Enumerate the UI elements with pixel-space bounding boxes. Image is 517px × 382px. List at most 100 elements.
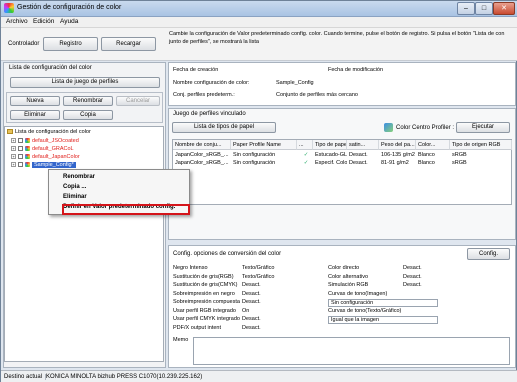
conversion-option-value: Texto/Gráfico — [242, 273, 275, 280]
conversion-option-label: Sobreimpresión compuesta — [173, 299, 240, 305]
tone-curve-field[interactable]: Sin configuración — [328, 298, 438, 307]
toolbar: Controlador Registro Recargar Cambie la … — [1, 28, 517, 61]
folder-icon — [7, 129, 13, 135]
expand-icon[interactable]: + — [11, 138, 16, 144]
conversion-header: Config. opciones de conversión del color — [173, 251, 282, 257]
table-cell: Especif. Color — [315, 160, 347, 166]
tree-item[interactable]: + default_JSOcoated — [11, 137, 79, 145]
rename-button[interactable]: Renombrar — [63, 96, 113, 106]
copy-button[interactable]: Copia — [63, 110, 113, 120]
expand-icon[interactable]: + — [11, 146, 16, 152]
info-text: Cambie la configuración de Valor predete… — [169, 31, 505, 45]
expand-icon[interactable]: + — [11, 162, 16, 168]
expand-icon[interactable]: + — [11, 154, 16, 160]
left-panel-header: Lista de configuración del color — [9, 65, 92, 71]
table-cell: Blanco — [418, 152, 435, 158]
conversion-option-label: Color directo — [328, 265, 360, 271]
tree-item-label: default_GRACoL — [32, 146, 74, 152]
conversion-option-value: Desact. — [242, 316, 261, 322]
menu-edicion[interactable]: Edición — [33, 18, 54, 25]
checkbox[interactable] — [18, 138, 23, 144]
context-menu-item[interactable]: Eliminar — [63, 194, 87, 200]
checkbox[interactable] — [18, 154, 23, 160]
minimize-button[interactable]: – — [457, 2, 475, 15]
tree-item[interactable]: + default_GRACoL — [11, 145, 74, 153]
config-name-label: Nombre configuración de color: — [173, 80, 250, 86]
conversion-option-value: Desact. — [242, 290, 261, 297]
column-header[interactable]: Tipo de papel — [313, 140, 347, 150]
cancel-button[interactable]: Cancelar — [116, 96, 160, 106]
checkbox[interactable] — [18, 162, 23, 168]
conversion-config-button[interactable]: Config. — [467, 248, 510, 260]
tone-curve-field[interactable]: Igual que la imagen — [328, 315, 438, 324]
config-tree[interactable]: Lista de configuración del color + defaul… — [4, 126, 164, 362]
conversion-option-value: Desact. — [403, 273, 422, 280]
menu-archivo[interactable]: Archivo — [6, 18, 28, 25]
color-app-icon — [4, 3, 14, 13]
profiles-table: Nombre de conju... Paper Profile Name... T… — [172, 139, 512, 205]
config-name-value: Sample_Config — [276, 80, 314, 86]
predef-set-label: Conj. perfiles predeterm.: — [173, 92, 235, 98]
retrieve-button[interactable]: Recargar — [101, 37, 156, 51]
checkbox[interactable] — [18, 146, 23, 152]
column-header[interactable]: Nombre de conju... — [173, 140, 231, 150]
column-header[interactable]: Color... — [416, 140, 450, 150]
table-cell: JapanColor_sRGB_... — [175, 152, 229, 158]
context-menu-item[interactable]: Renombrar — [63, 174, 95, 180]
context-menu-item[interactable]: Copia ... — [63, 184, 86, 190]
conversion-option-value: On — [242, 307, 250, 314]
close-button[interactable]: ✕ — [493, 2, 515, 15]
maximize-button[interactable]: □ — [475, 2, 493, 15]
context-menu: Renombrar Copia ... Eliminar Definir en Val… — [48, 169, 190, 215]
conversion-option-value: Desact. — [403, 265, 422, 271]
conversion-option-label: Usar perfil RGB integrado — [173, 307, 236, 314]
modified-label: Fecha de modificación — [328, 67, 384, 73]
table-cell: Sin configuración — [233, 160, 276, 166]
conversion-option-label: Negro Intenso — [173, 265, 208, 271]
conversion-option-value: Desact. — [403, 282, 422, 288]
tree-root[interactable]: Lista de configuración del color — [7, 128, 91, 136]
conversion-option-label: Color alternativo — [328, 273, 369, 280]
color-centro-label: Color Centro Profiler : — [396, 125, 455, 131]
column-header[interactable]: ... — [297, 140, 313, 150]
conversion-option-label: Usar perfil CMYK integrado — [173, 316, 240, 322]
tree-item[interactable]: + default_JapanColor — [11, 153, 80, 161]
tone-curve-label: Curvas de tono(Imagen) — [328, 290, 388, 297]
window-title: Gestión de configuración de color — [17, 4, 122, 11]
profile-icon — [25, 154, 30, 160]
memo-field[interactable] — [193, 337, 510, 365]
column-header[interactable]: Tipo de origen RGB — [450, 140, 512, 150]
column-header[interactable]: satin... — [347, 140, 379, 150]
profile-icon — [25, 162, 30, 168]
menu-bar: Archivo Edición Ayuda — [1, 17, 517, 28]
column-header[interactable]: Peso del pa... — [379, 140, 416, 150]
table-cell: sRGB — [452, 152, 467, 158]
current-destination-label: Destino actual — [4, 374, 47, 380]
table-cell: Estucado-GL — [315, 152, 347, 158]
conversion-option-value: Desact. — [242, 299, 261, 305]
table-cell[interactable]: ✓ — [297, 159, 313, 167]
conversion-option-label: Simulación RGB — [328, 282, 369, 288]
tree-item[interactable]: + Sample_Config* — [11, 161, 76, 169]
conversion-option-label: PDF/X output intent — [173, 324, 221, 331]
register-button[interactable]: Registro — [43, 37, 98, 51]
color-centro-icon — [384, 123, 393, 132]
paper-type-list-button[interactable]: Lista de tipos de papel — [172, 122, 276, 133]
profile-set-list-button[interactable]: Lista de juego de perfiles — [10, 77, 160, 88]
controller-label: Controlador — [8, 41, 40, 47]
conversion-option-label: Sobreimpresión en negro — [173, 290, 235, 297]
delete-button[interactable]: Eliminar — [10, 110, 60, 120]
created-label: Fecha de creación — [173, 67, 219, 73]
column-header[interactable]: Paper Profile Name — [231, 140, 297, 150]
execute-button[interactable]: Ejecutar — [456, 122, 510, 133]
conversion-option-label: Sustitución de gris(CMYK) — [173, 282, 238, 288]
app-window: Gestión de configuración de color – □ ✕ … — [0, 0, 517, 382]
table-cell[interactable]: ✓ — [297, 151, 313, 159]
new-button[interactable]: Nueva — [10, 96, 60, 106]
table-cell: Sin configuración — [233, 152, 276, 158]
table-cell: 106-135 g/m2 — [381, 152, 415, 158]
tree-root-label: Lista de configuración del color — [15, 129, 91, 135]
menu-ayuda[interactable]: Ayuda — [60, 18, 78, 25]
conversion-option-value: Texto/Gráfico — [242, 265, 275, 271]
tree-item-label: Sample_Config* — [32, 162, 76, 168]
